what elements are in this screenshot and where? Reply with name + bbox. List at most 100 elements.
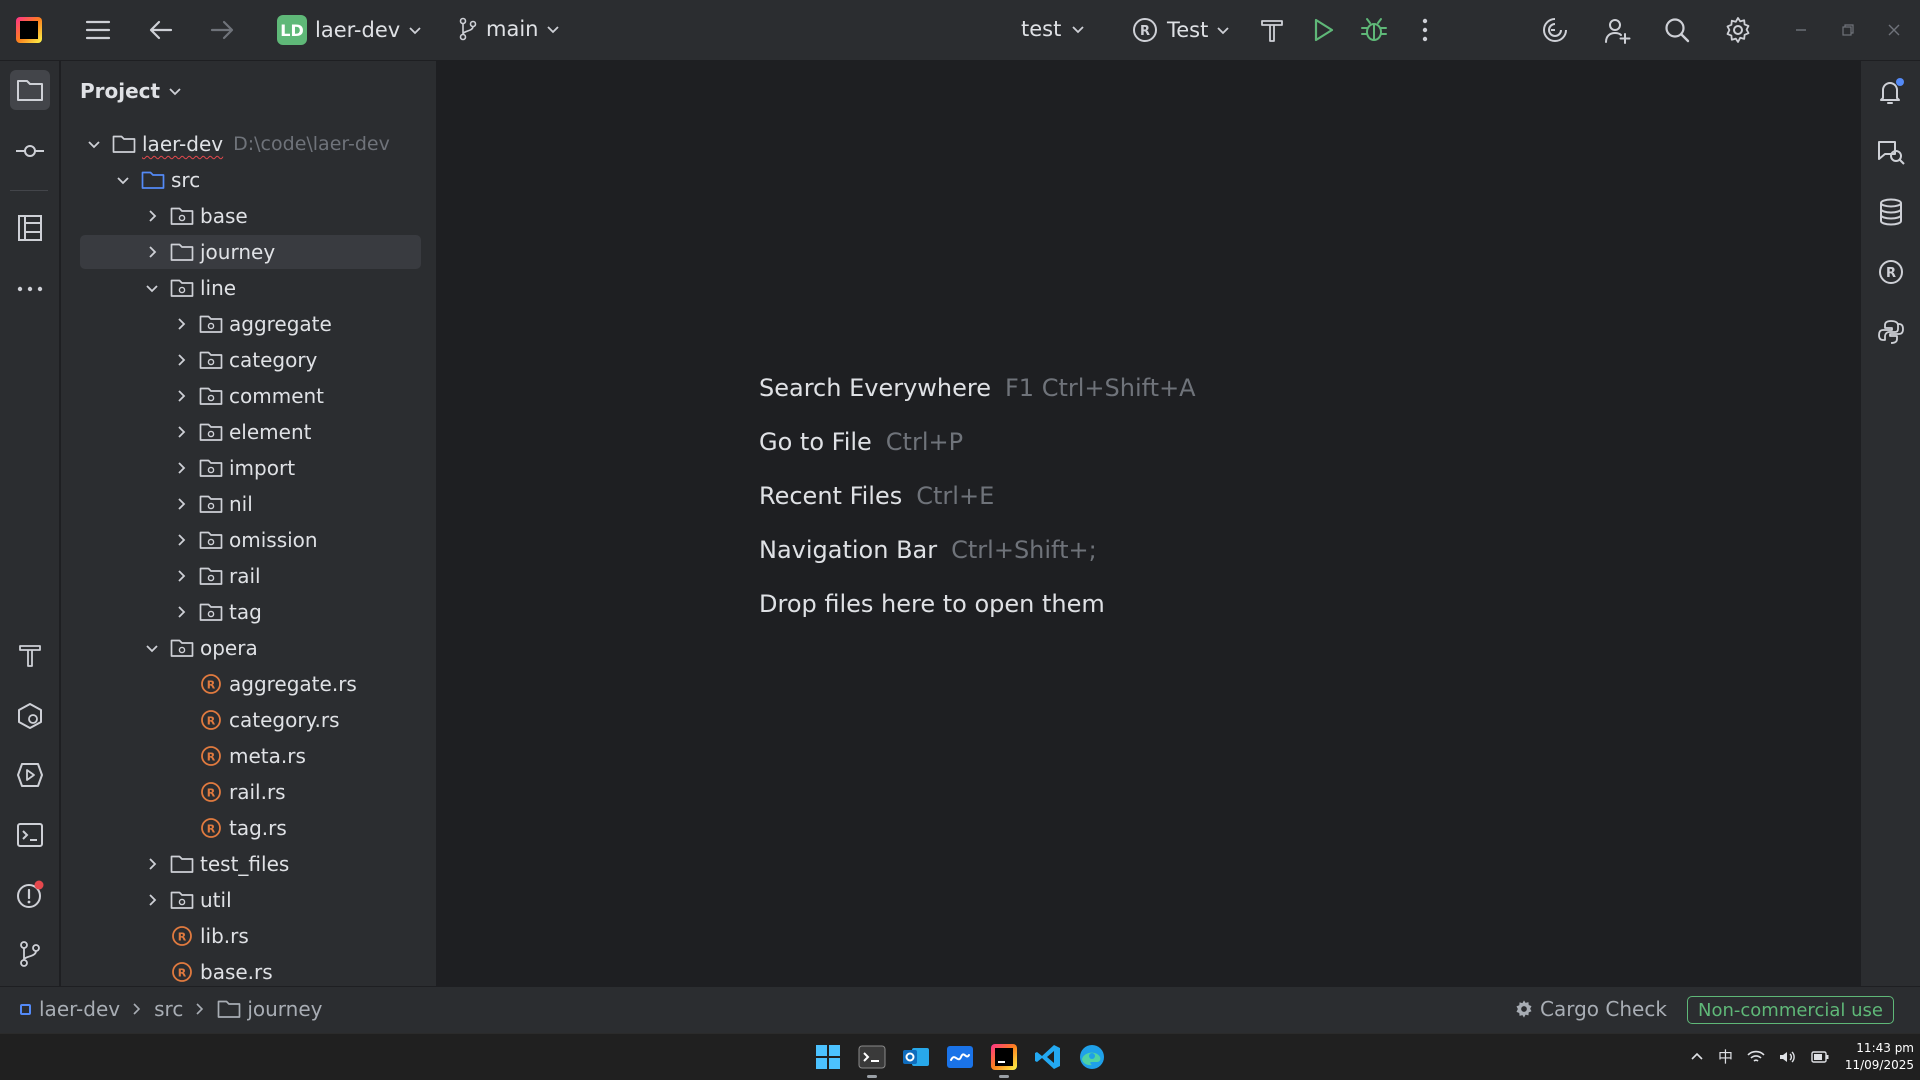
- ai-assistant-icon[interactable]: [1541, 16, 1569, 44]
- cargo-check-widget[interactable]: Cargo Check: [1514, 997, 1667, 1021]
- chevron-right-icon[interactable]: [171, 350, 191, 370]
- tree-folder-item[interactable]: comment: [80, 379, 421, 413]
- editor-empty-area[interactable]: Search Everywhere F1 Ctrl+Shift+A Go to …: [438, 61, 1859, 986]
- project-switcher[interactable]: LD laer-dev: [277, 15, 422, 45]
- tree-folder-item[interactable]: opera: [80, 631, 421, 665]
- more-actions-icon[interactable]: [1411, 16, 1439, 44]
- tree-file-item[interactable]: Rcategory.rs: [80, 703, 421, 737]
- settings-gear-icon[interactable]: [1724, 16, 1752, 44]
- tree-folder-item[interactable]: tag: [80, 595, 421, 629]
- breadcrumb-item[interactable]: laer-dev: [39, 997, 120, 1021]
- notifications-button[interactable]: [1871, 72, 1911, 112]
- chevron-right-icon[interactable]: [142, 854, 162, 874]
- tree-file-item[interactable]: Rbase.rs: [80, 955, 421, 986]
- main-menu-icon[interactable]: [84, 16, 112, 44]
- tree-folder-item[interactable]: line: [80, 271, 421, 305]
- close-window-icon[interactable]: [1886, 22, 1902, 38]
- tree-folder-item[interactable]: omission: [80, 523, 421, 557]
- system-clock[interactable]: 11:43 pm 11/09/2025: [1830, 1040, 1914, 1074]
- services-tool-button[interactable]: [10, 696, 50, 736]
- battery-icon[interactable]: [1811, 1050, 1829, 1063]
- tree-folder-item[interactable]: util: [80, 883, 421, 917]
- chevron-right-icon[interactable]: [142, 206, 162, 226]
- tree-item-label: category: [229, 348, 318, 372]
- breadcrumb-item[interactable]: journey: [247, 997, 322, 1021]
- chevron-right-icon[interactable]: [171, 566, 191, 586]
- code-with-me-icon[interactable]: [1603, 16, 1633, 46]
- taskbar-rustrover[interactable]: [988, 1041, 1020, 1078]
- tree-file-item[interactable]: Rtag.rs: [80, 811, 421, 845]
- input-method-indicator[interactable]: 中: [1718, 1046, 1733, 1067]
- structure-tool-button[interactable]: [10, 208, 50, 248]
- chevron-down-icon[interactable]: [142, 638, 162, 658]
- restore-window-icon[interactable]: [1840, 22, 1856, 38]
- minimize-window-icon[interactable]: [1793, 22, 1809, 38]
- taskbar-vscode[interactable]: [1032, 1041, 1064, 1073]
- tree-file-item[interactable]: Rrail.rs: [80, 775, 421, 809]
- tree-folder-item[interactable]: src: [80, 163, 421, 197]
- tree-folder-item[interactable]: base: [80, 199, 421, 233]
- taskbar-whiteboard[interactable]: [944, 1041, 976, 1073]
- chevron-right-icon[interactable]: [171, 602, 191, 622]
- commit-tool-button[interactable]: [10, 131, 50, 171]
- project-tool-button[interactable]: [10, 70, 50, 110]
- forward-arrow-icon[interactable]: [208, 16, 236, 44]
- git-tool-button[interactable]: [10, 934, 50, 974]
- build-hammer-icon[interactable]: [1258, 16, 1286, 44]
- chevron-right-icon[interactable]: [171, 386, 191, 406]
- license-badge[interactable]: Non-commercial use: [1687, 996, 1894, 1024]
- terminal-tool-button[interactable]: [10, 815, 50, 855]
- chevron-right-icon[interactable]: [171, 314, 191, 334]
- breadcrumb-item[interactable]: src: [154, 997, 183, 1021]
- python-console-button[interactable]: [1871, 312, 1911, 352]
- tree-folder-item[interactable]: element: [80, 415, 421, 449]
- start-button[interactable]: [812, 1041, 844, 1073]
- chevron-right-icon[interactable]: [171, 530, 191, 550]
- chevron-down-icon[interactable]: [84, 134, 104, 154]
- run-configuration-selector[interactable]: R Test: [1131, 16, 1230, 44]
- branch-switcher[interactable]: main: [458, 17, 560, 41]
- run-play-icon[interactable]: [1309, 16, 1337, 44]
- tree-folder-item[interactable]: import: [80, 451, 421, 485]
- ai-chat-button[interactable]: [1871, 132, 1911, 172]
- python-icon: [1877, 318, 1905, 346]
- app-logo-icon[interactable]: [16, 17, 42, 43]
- chevron-right-icon[interactable]: [171, 494, 191, 514]
- chevron-right-icon[interactable]: [142, 890, 162, 910]
- database-button[interactable]: [1871, 192, 1911, 232]
- chevron-up-icon[interactable]: [1690, 1050, 1704, 1064]
- gear-icon: [1514, 999, 1534, 1019]
- tree-folder-item[interactable]: laer-dev D:\code\laer-dev: [80, 127, 421, 161]
- back-arrow-icon[interactable]: [147, 16, 175, 44]
- tree-folder-item[interactable]: aggregate: [80, 307, 421, 341]
- search-icon[interactable]: [1663, 16, 1691, 44]
- tree-folder-item[interactable]: rail: [80, 559, 421, 593]
- tree-file-item[interactable]: Raggregate.rs: [80, 667, 421, 701]
- run-target-selector[interactable]: test: [1021, 17, 1085, 41]
- build-tool-button[interactable]: [10, 635, 50, 675]
- tree-folder-item[interactable]: nil: [80, 487, 421, 521]
- cargo-button[interactable]: R: [1871, 252, 1911, 292]
- more-tools-button[interactable]: [10, 269, 50, 309]
- speaker-icon[interactable]: [1779, 1050, 1797, 1064]
- taskbar-outlook[interactable]: [900, 1041, 932, 1073]
- chevron-down-icon[interactable]: [113, 170, 133, 190]
- project-view-selector[interactable]: Project: [80, 79, 182, 103]
- debug-bug-icon[interactable]: [1360, 16, 1388, 44]
- tree-folder-item[interactable]: journey: [80, 235, 421, 269]
- chevron-down-icon[interactable]: [142, 278, 162, 298]
- wifi-icon[interactable]: [1747, 1050, 1765, 1064]
- chevron-right-icon[interactable]: [171, 422, 191, 442]
- taskbar-edge[interactable]: [1076, 1041, 1108, 1073]
- chevron-right-icon[interactable]: [142, 242, 162, 262]
- taskbar-terminal[interactable]: [856, 1041, 888, 1078]
- tree-folder-item[interactable]: category: [80, 343, 421, 377]
- run-tool-button[interactable]: [10, 755, 50, 795]
- tree-file-item[interactable]: Rmeta.rs: [80, 739, 421, 773]
- tree-item-path: D:\code\laer-dev: [233, 133, 390, 155]
- hammer-icon: [16, 641, 44, 669]
- problems-tool-button[interactable]: [10, 875, 50, 915]
- chevron-right-icon[interactable]: [171, 458, 191, 478]
- tree-folder-item[interactable]: test_files: [80, 847, 421, 881]
- tree-file-item[interactable]: Rlib.rs: [80, 919, 421, 953]
